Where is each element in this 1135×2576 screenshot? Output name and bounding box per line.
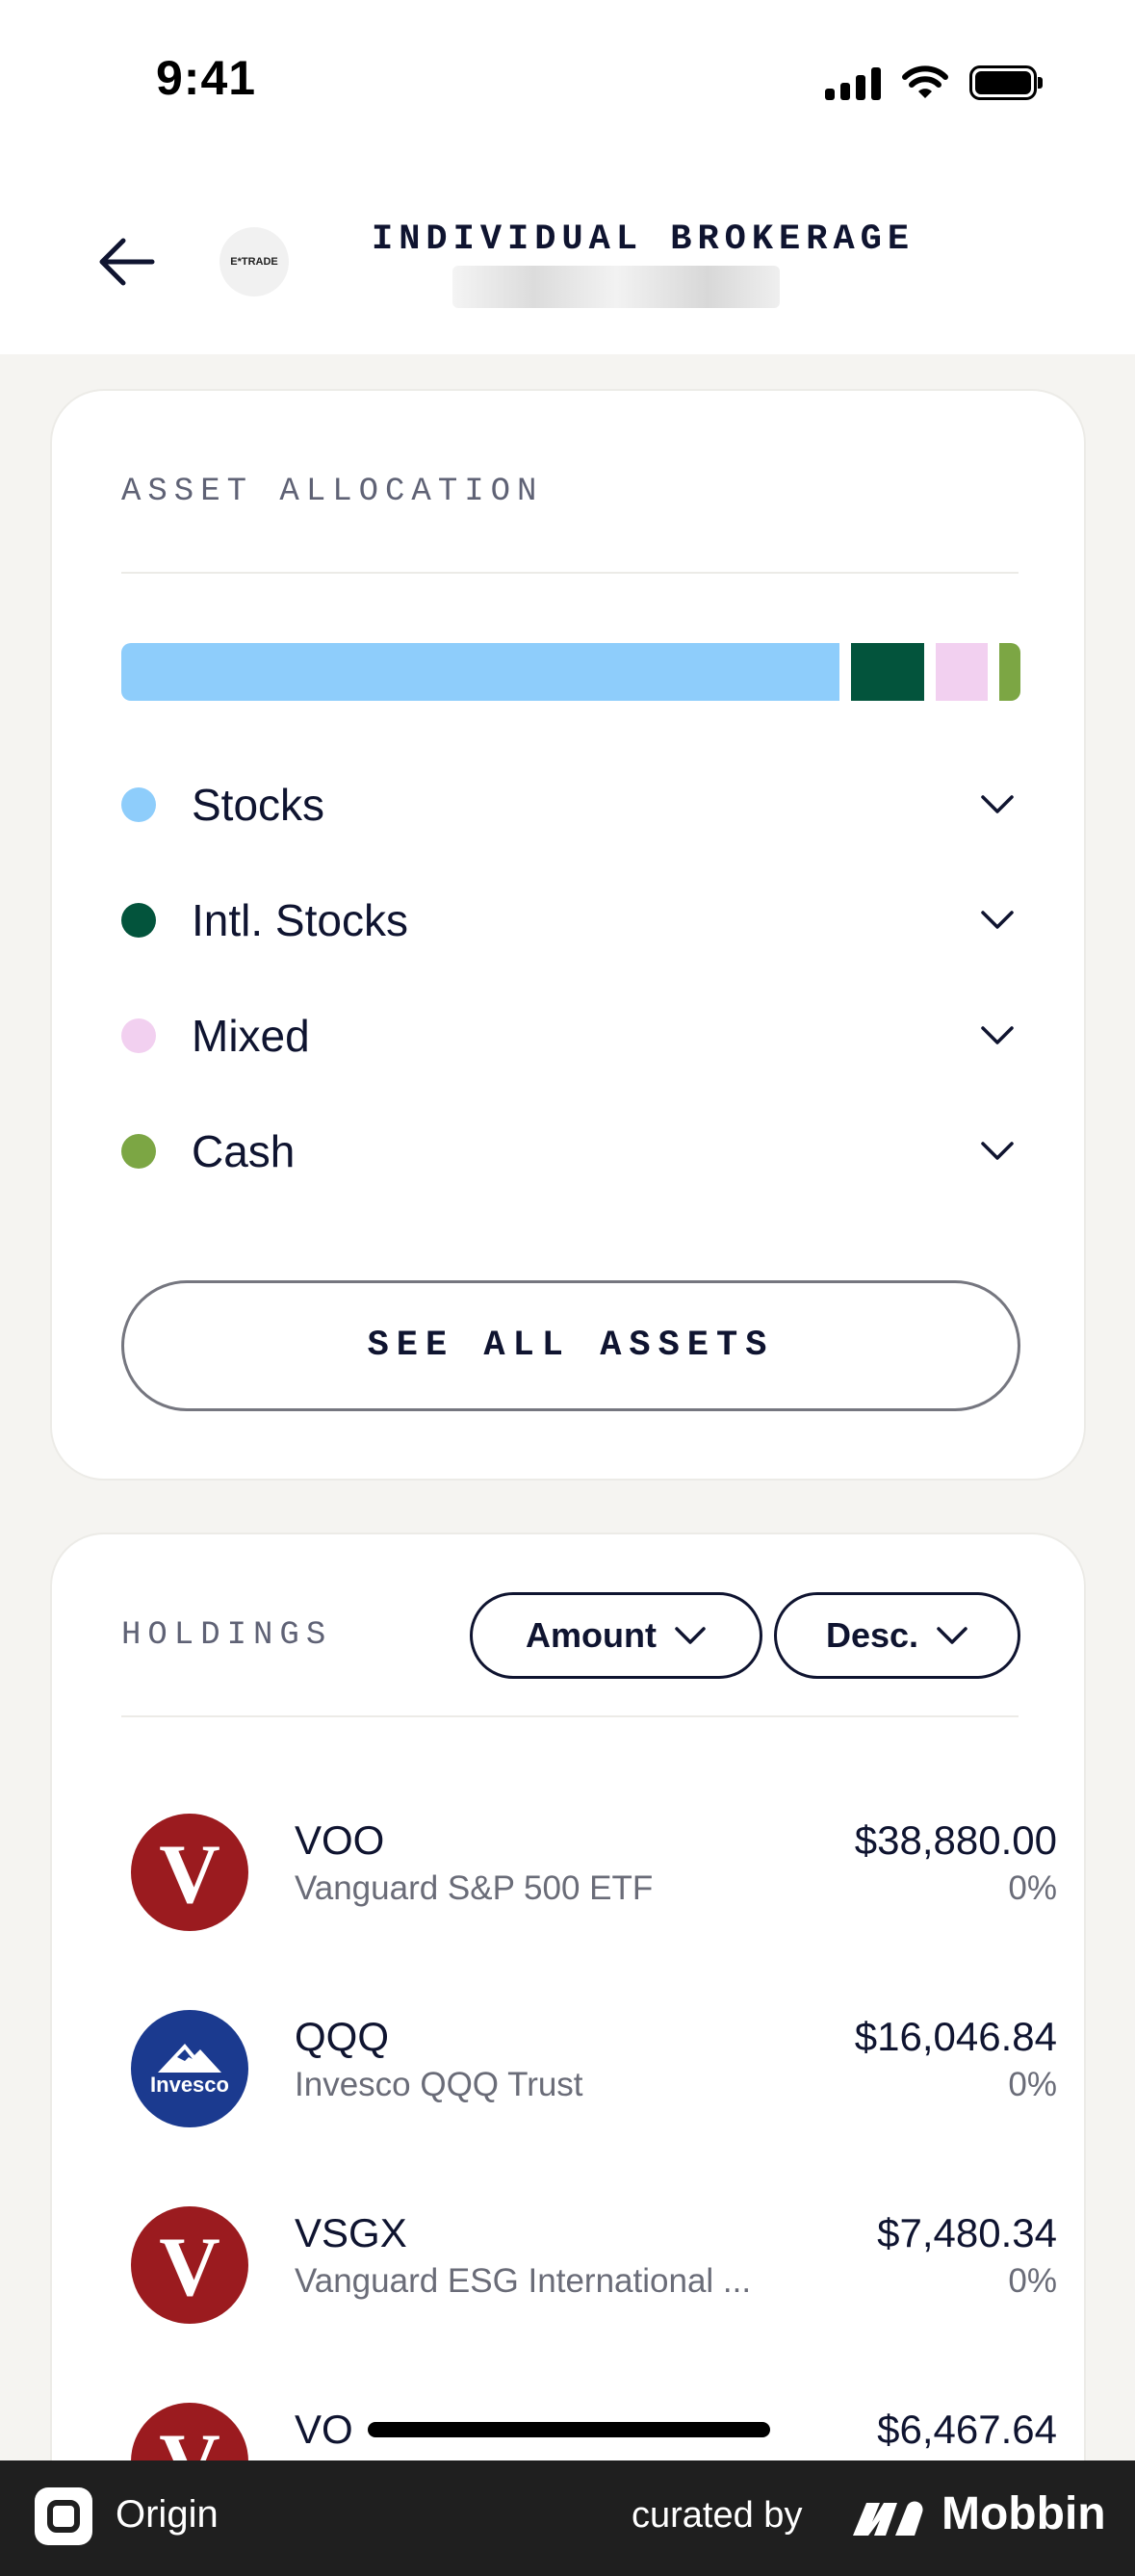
- chevron-down-icon: [981, 1142, 1014, 1160]
- cellular-signal-icon: [825, 65, 881, 100]
- divider: [121, 572, 1019, 574]
- account-title: INDIVIDUAL BROKERAGE: [372, 219, 916, 260]
- holding-name: Vanguard S&P 500 ETF: [295, 1869, 654, 1907]
- back-arrow-icon[interactable]: [96, 233, 156, 291]
- chevron-down-icon: [981, 795, 1014, 813]
- top-header: 9:41 E*TRADE INDIVIDUAL BROKERAGE: [0, 0, 1135, 354]
- holding-ticker: VSGX: [295, 2210, 407, 2255]
- divider: [121, 1715, 1019, 1717]
- holdings-title: HOLDINGS: [121, 1617, 333, 1654]
- holding-ticker: VO: [295, 2407, 353, 2452]
- allocation-segment-intl-stocks: [851, 643, 924, 701]
- chevron-down-icon: [937, 1627, 967, 1644]
- holding-row[interactable]: Invesco QQQ Invesco QQQ Trust $16,046.84…: [131, 2006, 1057, 2131]
- wifi-icon: [902, 65, 948, 98]
- holding-ticker: QQQ: [295, 2014, 390, 2059]
- allocation-row-intl-stocks[interactable]: Intl. Stocks: [121, 882, 1019, 959]
- holding-name: Vanguard ESG International ...: [295, 2262, 752, 2300]
- allocation-row-mixed[interactable]: Mixed: [121, 997, 1019, 1074]
- asset-allocation-title: ASSET ALLOCATION: [121, 474, 544, 510]
- invesco-logo-text: Invesco: [150, 2073, 229, 2097]
- sort-order-label: Desc.: [825, 1615, 919, 1655]
- allocation-row-stocks[interactable]: Stocks: [121, 766, 1019, 843]
- holding-row[interactable]: V VSGX Vanguard ESG International ... $7…: [131, 2202, 1057, 2328]
- stocks-dot: [121, 787, 156, 822]
- allocation-segment-mixed: [936, 643, 988, 701]
- invesco-logo: Invesco: [131, 2010, 248, 2127]
- vanguard-logo: V: [131, 2206, 248, 2324]
- mobbin-logo-icon: [853, 2501, 923, 2536]
- battery-icon: [969, 65, 1043, 100]
- allocation-row-cash[interactable]: Cash: [121, 1113, 1019, 1190]
- chevron-down-icon: [675, 1627, 706, 1644]
- sort-order-dropdown[interactable]: Desc.: [774, 1592, 1020, 1679]
- holding-value: $38,880.00: [854, 1817, 1057, 1863]
- holding-change: 0%: [1008, 1869, 1057, 1907]
- allocation-bar: [121, 643, 1020, 701]
- sort-field-label: Amount: [526, 1615, 657, 1655]
- curated-by-label: curated by: [632, 2495, 803, 2536]
- status-icons: [825, 62, 1043, 104]
- mixed-dot: [121, 1018, 156, 1053]
- chevron-down-icon: [981, 911, 1014, 929]
- attribution-footer: Origin curated by Mobbin: [0, 2460, 1135, 2576]
- mobbin-brand: Mobbin: [942, 2488, 1106, 2539]
- holding-row[interactable]: V VOO Vanguard S&P 500 ETF $38,880.00 0%: [131, 1810, 1057, 1935]
- holding-change: 0%: [1008, 2066, 1057, 2103]
- holding-value: $7,480.34: [877, 2210, 1057, 2255]
- holding-name: Invesco QQQ Trust: [295, 2066, 583, 2103]
- origin-app-icon: [35, 2487, 92, 2545]
- allocation-label: Stocks: [192, 780, 325, 830]
- holding-value: $16,046.84: [854, 2014, 1057, 2059]
- home-indicator[interactable]: [368, 2422, 770, 2437]
- sort-field-dropdown[interactable]: Amount: [470, 1592, 762, 1679]
- vanguard-logo: V: [131, 1814, 248, 1931]
- see-all-assets-button[interactable]: SEE ALL ASSETS: [121, 1280, 1020, 1411]
- mountain-icon: [158, 2044, 221, 2073]
- chevron-down-icon: [981, 1026, 1014, 1044]
- redacted-account-number: [452, 266, 780, 308]
- holding-value: $6,467.64: [877, 2407, 1057, 2452]
- allocation-label: Cash: [192, 1126, 296, 1176]
- intl-stocks-dot: [121, 903, 156, 938]
- allocation-label: Mixed: [192, 1011, 310, 1061]
- allocation-label: Intl. Stocks: [192, 895, 408, 945]
- app-screen: 9:41 E*TRADE INDIVIDUAL BROKERAGE ASSET …: [0, 0, 1135, 2576]
- allocation-segment-cash: [999, 643, 1020, 701]
- broker-logo: E*TRADE: [219, 227, 289, 296]
- asset-allocation-card: ASSET ALLOCATION Stocks Intl. Stocks Mix…: [50, 389, 1086, 1481]
- holdings-card: HOLDINGS Amount Desc. V VOO Vanguard S&P…: [50, 1533, 1086, 2576]
- allocation-segment-stocks: [121, 643, 839, 701]
- status-time: 9:41: [156, 51, 257, 105]
- cash-dot: [121, 1134, 156, 1169]
- holding-ticker: VOO: [295, 1817, 385, 1863]
- app-name: Origin: [116, 2493, 219, 2536]
- holding-change: 0%: [1008, 2262, 1057, 2300]
